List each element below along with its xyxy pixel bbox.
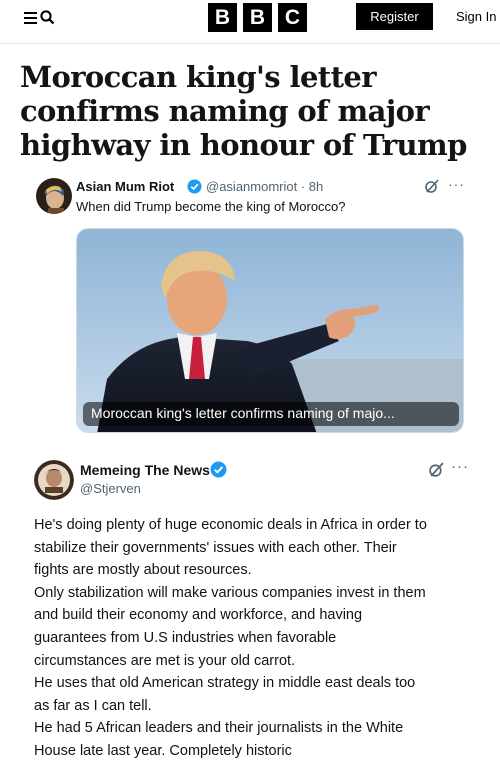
tweet-text: When did Trump become the king of Morocc…	[76, 199, 346, 214]
tweet-line: as far as I can tell.	[34, 697, 152, 714]
link-card-caption: Moroccan king's letter confirms naming o…	[83, 402, 459, 426]
tweet-line: He's doing plenty of huge economic deals…	[34, 517, 427, 533]
article-headline: Moroccan king's letter confirms naming o…	[20, 60, 467, 162]
more-options-icon[interactable]: ···	[448, 176, 465, 192]
register-button[interactable]: Register	[356, 3, 433, 30]
tweet-line: House late last year. Completely histori…	[34, 742, 292, 759]
logo-letter-b2: B	[243, 3, 272, 32]
search-icon[interactable]	[40, 10, 55, 25]
tweet-line: Only stabilization will make various com…	[34, 584, 426, 601]
embedded-tweet-1[interactable]: Asian Mum Riot @asianmomriot · 8h ··· Wh…	[26, 170, 484, 442]
tweet-line: and build their economy and workforce, a…	[34, 607, 363, 624]
author-name[interactable]: Memeing The News	[80, 462, 210, 478]
verified-badge-icon	[187, 179, 202, 194]
grok-icon[interactable]	[428, 461, 445, 478]
signin-link[interactable]: Sign In	[456, 9, 496, 24]
menu-icon[interactable]	[24, 11, 39, 25]
author-name[interactable]: Asian Mum Riot	[76, 179, 174, 194]
avatar[interactable]	[34, 460, 74, 500]
logo-letter-c: C	[278, 3, 307, 32]
tweet-line: He had 5 African leaders and their journ…	[34, 720, 404, 737]
link-card-image[interactable]: Moroccan king's letter confirms naming o…	[76, 228, 464, 433]
tweet-body: He's doing plenty of huge economic deals…	[34, 514, 484, 763]
grok-icon[interactable]	[424, 178, 440, 194]
site-header: B B C Register Sign In	[0, 0, 500, 44]
tweet-2[interactable]: Memeing The News @Stjerven ··· He's doin…	[0, 445, 500, 766]
tweet-line: stabilize their governments' issues with…	[34, 539, 397, 556]
tweet-line: fights are mostly about resources.	[34, 562, 252, 579]
tweet-line: guarantees from U.S industries when favo…	[34, 629, 337, 646]
bbc-logo[interactable]: B B C	[208, 3, 307, 32]
tweet-line: He uses that old American strategy in mi…	[34, 675, 416, 692]
author-handle[interactable]: @asianmomriot · 8h	[206, 179, 323, 194]
avatar[interactable]	[36, 178, 72, 214]
tweet-line: circumstances are met is your old carrot…	[34, 652, 296, 669]
author-handle[interactable]: @Stjerven	[80, 481, 141, 496]
verified-badge-icon	[210, 461, 227, 478]
more-options-icon[interactable]: ···	[451, 458, 469, 475]
menu-search-group[interactable]	[24, 10, 55, 25]
logo-letter-b1: B	[208, 3, 237, 32]
